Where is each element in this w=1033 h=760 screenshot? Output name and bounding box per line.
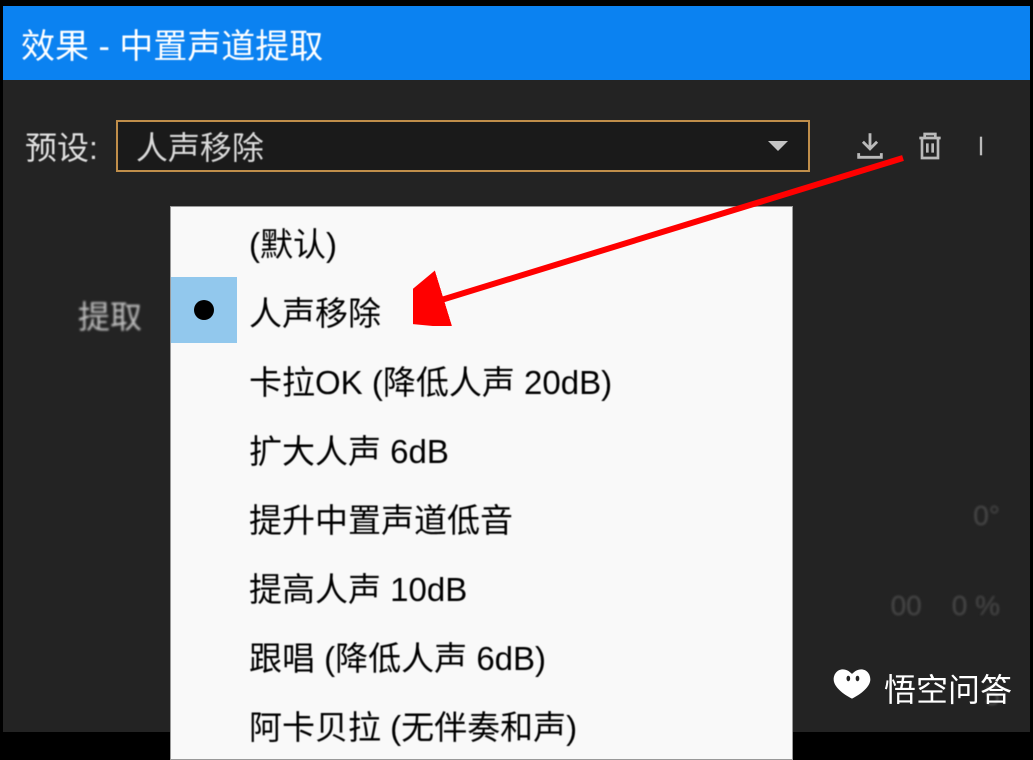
menu-item-default[interactable]: (默认): [171, 207, 792, 276]
menu-item-vocal-remove[interactable]: 人声移除: [171, 276, 792, 345]
bg-value-3: 0 %: [952, 566, 1000, 646]
menu-item-raise-vocal[interactable]: 提高人声 10dB: [171, 552, 792, 621]
window-title: 效果 - 中置声道提取: [21, 19, 323, 68]
bg-value-1: 0°: [891, 476, 1000, 556]
bg-value-2: 00: [891, 566, 922, 646]
favorite-icon[interactable]: [972, 128, 1008, 164]
preset-dropdown-menu: (默认) 人声移除 卡拉OK (降低人声 20dB) 扩大人声 6dB 提升中置…: [170, 206, 793, 760]
extract-section-label: 提取: [78, 292, 142, 338]
content-area: 预设: 人声移除: [3, 80, 1030, 194]
preset-label: 预设:: [25, 123, 98, 169]
menu-item-boost-vocal[interactable]: 扩大人声 6dB: [171, 414, 792, 483]
dropdown-selected-value: 人声移除: [132, 123, 768, 169]
toolbar-icons: [852, 128, 1008, 164]
save-preset-icon[interactable]: [852, 128, 888, 164]
menu-item-karaoke[interactable]: 卡拉OK (降低人声 20dB): [171, 345, 792, 414]
title-bar: 效果 - 中置声道提取: [3, 6, 1030, 80]
watermark-text: 悟空问答: [884, 665, 1012, 711]
watermark: 悟空问答: [830, 662, 1012, 714]
preset-dropdown[interactable]: 人声移除: [116, 120, 810, 172]
menu-item-boost-center-bass[interactable]: 提升中置声道低音: [171, 483, 792, 552]
chevron-down-icon: [768, 141, 788, 151]
preset-row: 预设: 人声移除: [25, 120, 1008, 172]
watermark-logo-icon: [830, 662, 874, 714]
menu-item-sing-along[interactable]: 跟唱 (降低人声 6dB): [171, 621, 792, 690]
menu-item-acapella[interactable]: 阿卡贝拉 (无伴奏和声): [171, 690, 792, 759]
delete-preset-icon[interactable]: [912, 128, 948, 164]
